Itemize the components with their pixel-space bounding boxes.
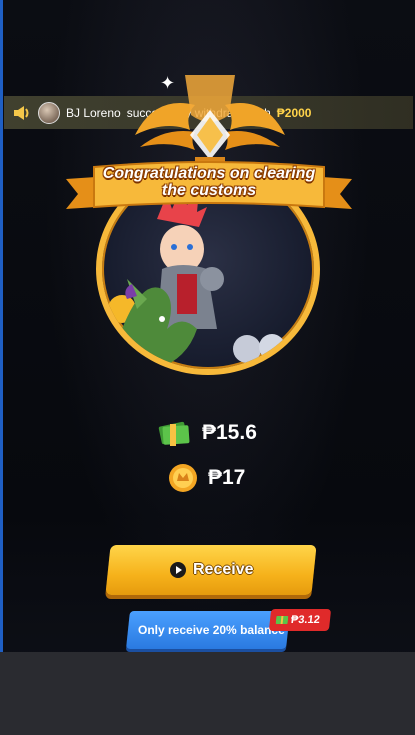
banner-title: Congratulations on clearing the customs (96, 165, 322, 199)
left-edge (0, 0, 3, 735)
coin-reward-value: ₱17 (208, 466, 246, 489)
ticker-user-name: BJ Loreno (66, 105, 121, 120)
bottom-area (0, 652, 415, 735)
only-receive-label: Only receive 20% balance (138, 623, 285, 637)
cash-reward: ₱15.6 (158, 418, 257, 448)
cash-stack-icon (158, 421, 190, 446)
coin-reward: ₱17 (168, 463, 245, 493)
receive-button-label: Receive (192, 561, 254, 578)
cash-reward-value: ₱15.6 (202, 421, 257, 444)
cash-badge-icon (275, 616, 289, 624)
banner-title-line2: the customs (161, 182, 257, 199)
receive-button[interactable]: Receive (105, 545, 317, 595)
only-receive-button[interactable]: Only receive 20% balance (126, 611, 290, 649)
coin-icon (169, 464, 197, 492)
speaker-icon (14, 105, 29, 120)
play-icon (169, 562, 186, 578)
reward-screen: BJ Loreno successfully withdraw cash ₱20… (0, 0, 415, 735)
partial-amount-badge: ₱3.12 (268, 609, 332, 631)
trophy-icon (135, 75, 285, 167)
partial-amount-value: ₱3.12 (290, 614, 321, 626)
avatar (38, 101, 60, 124)
banner-title-line1: Congratulations on clearing (102, 165, 316, 182)
